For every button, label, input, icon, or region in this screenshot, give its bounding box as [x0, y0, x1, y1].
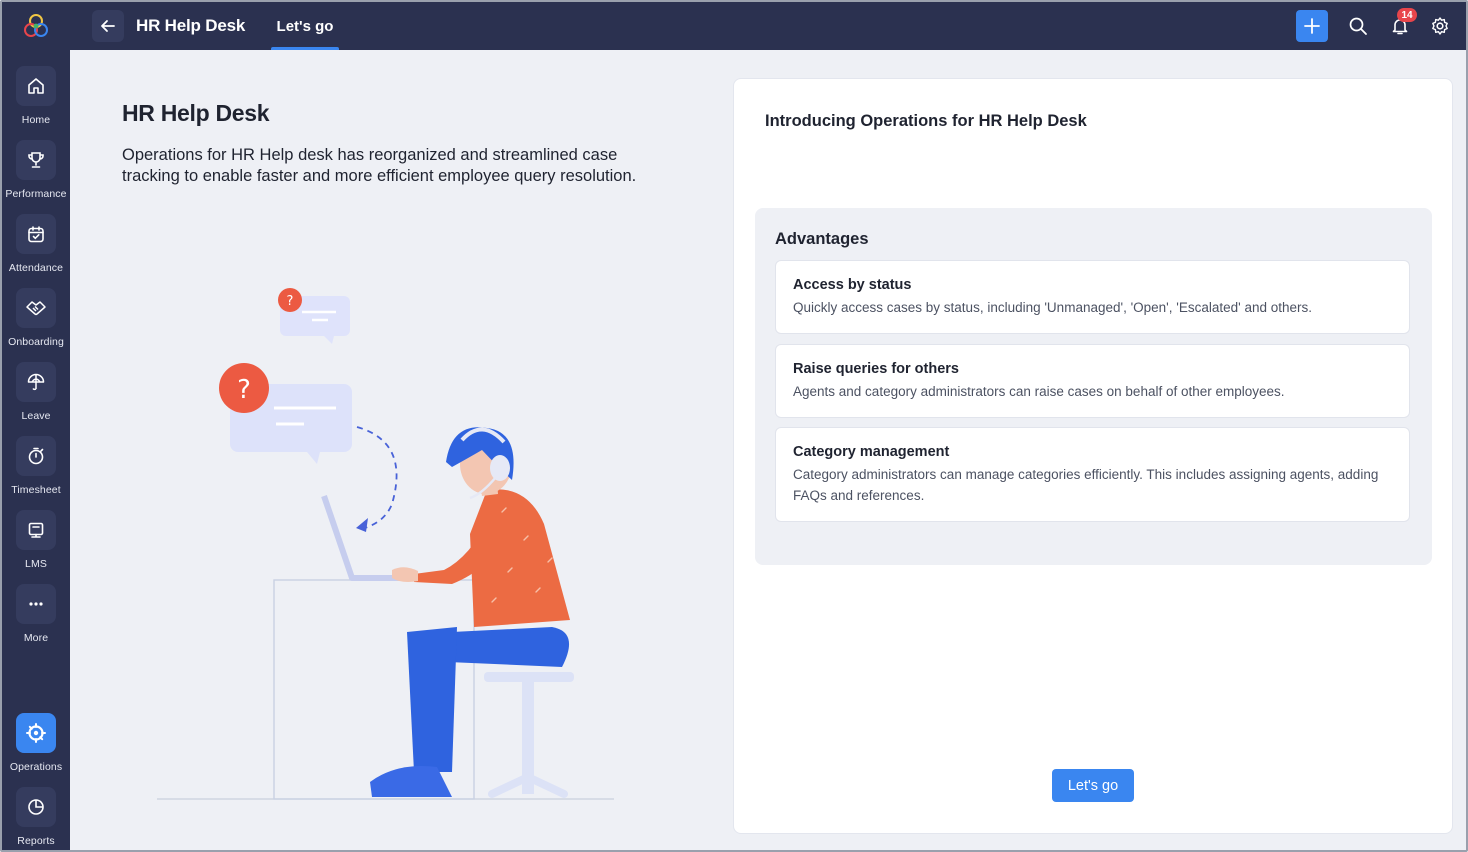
advantage-item: Category management Category administrat…: [775, 427, 1410, 522]
sidebar-item-lms[interactable]: LMS: [2, 502, 70, 576]
calendar-check-icon: [16, 214, 56, 254]
sidebar-item-label: More: [23, 632, 49, 644]
search-icon[interactable]: [1346, 14, 1370, 38]
sidebar: Home Performance Attendance Onboarding L: [2, 2, 70, 850]
advantage-title: Raise queries for others: [793, 361, 959, 377]
lets-go-button[interactable]: Let's go: [1052, 769, 1134, 802]
card-title: Introducing Operations for HR Help Desk: [765, 112, 1087, 130]
sidebar-item-label: Timesheet: [11, 484, 61, 496]
sidebar-item-attendance[interactable]: Attendance: [2, 206, 70, 280]
advantages-heading: Advantages: [775, 230, 869, 248]
sidebar-item-label: Home: [21, 114, 51, 126]
home-icon: [16, 66, 56, 106]
advantage-item: Raise queries for others Agents and cate…: [775, 344, 1410, 418]
sidebar-item-home[interactable]: Home: [2, 58, 70, 132]
operations-icon: [16, 713, 56, 753]
trophy-icon: [16, 140, 56, 180]
intro-title: HR Help Desk: [122, 100, 270, 126]
sidebar-item-onboarding[interactable]: Onboarding: [2, 280, 70, 354]
sidebar-item-label: Performance: [5, 188, 67, 200]
sidebar-item-label: Operations: [9, 761, 63, 773]
intro-description: Operations for HR Help desk has reorgani…: [122, 146, 637, 185]
notification-badge: 14: [1397, 8, 1417, 22]
back-button[interactable]: [92, 10, 124, 42]
help-desk-illustration: ? ?: [152, 272, 622, 812]
sidebar-item-label: LMS: [25, 558, 47, 570]
svg-text:?: ?: [237, 375, 251, 405]
sidebar-item-label: Leave: [21, 410, 51, 422]
advantage-item: Access by status Quickly access cases by…: [775, 260, 1410, 334]
sidebar-item-timesheet[interactable]: Timesheet: [2, 428, 70, 502]
page-title: HR Help Desk: [136, 16, 246, 35]
plus-icon: [1304, 18, 1320, 34]
sidebar-item-leave[interactable]: Leave: [2, 354, 70, 428]
top-bar: HR Help Desk Let's go 14: [70, 2, 1466, 50]
sidebar-item-reports[interactable]: Reports: [2, 779, 70, 850]
bell-icon[interactable]: 14: [1388, 8, 1417, 38]
pie-chart-icon: [16, 787, 56, 827]
advantage-description: Quickly access cases by status, includin…: [793, 300, 1312, 315]
stopwatch-icon: [16, 436, 56, 476]
advantage-description: Category administrators can manage categ…: [793, 467, 1379, 503]
book-icon: [16, 510, 56, 550]
sidebar-item-operations[interactable]: Operations: [2, 705, 70, 779]
svg-text:?: ?: [287, 294, 294, 309]
advantage-title: Category management: [793, 444, 950, 460]
zoho-people-logo-icon[interactable]: [2, 2, 70, 50]
more-icon: [16, 584, 56, 624]
advantages-panel: Advantages Access by status Quickly acce…: [755, 208, 1432, 565]
tab-lets-go[interactable]: Let's go: [271, 2, 339, 50]
advantage-title: Access by status: [793, 277, 912, 293]
sidebar-item-label: Attendance: [8, 262, 64, 274]
intro-card: Introducing Operations for HR Help Desk …: [733, 78, 1453, 834]
arrow-left-icon: [101, 20, 115, 32]
gear-icon[interactable]: [1428, 14, 1452, 38]
sidebar-item-label: Reports: [17, 835, 55, 847]
umbrella-icon: [16, 362, 56, 402]
add-button[interactable]: [1296, 10, 1328, 42]
sidebar-item-label: Onboarding: [8, 336, 64, 348]
app-window: Home Performance Attendance Onboarding L: [0, 0, 1468, 852]
sidebar-item-performance[interactable]: Performance: [2, 132, 70, 206]
handshake-icon: [16, 288, 56, 328]
sidebar-item-more[interactable]: More: [2, 576, 70, 650]
advantage-description: Agents and category administrators can r…: [793, 384, 1285, 399]
